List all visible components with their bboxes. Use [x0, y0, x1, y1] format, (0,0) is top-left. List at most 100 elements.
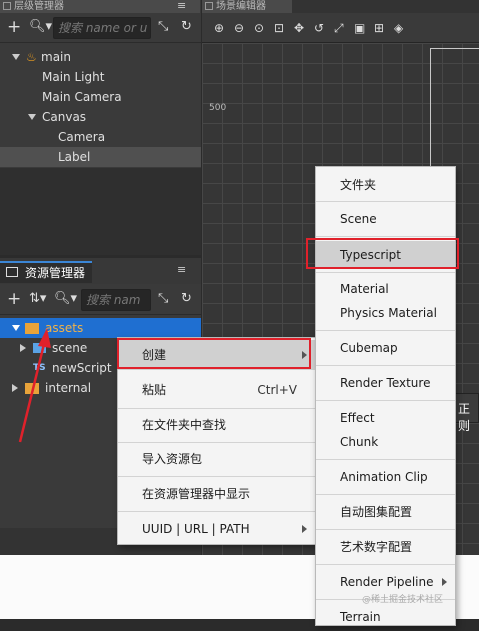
tree-node-main[interactable]: ♨ main	[0, 47, 201, 67]
menu-separator	[118, 442, 315, 443]
local-icon[interactable]: ◈	[394, 19, 403, 37]
menu-item-label: Effect	[340, 411, 375, 425]
assets-tab-icon	[6, 267, 18, 277]
annotation-arrow	[18, 328, 51, 443]
scene-tab-icon	[205, 2, 213, 10]
menu-separator	[316, 494, 455, 495]
menu-item-find-in-folder[interactable]: 在文件夹中查找	[118, 410, 315, 440]
assets-tab[interactable]: 资源管理器	[0, 261, 92, 283]
highlight-box-create	[117, 338, 311, 369]
submenu-item-effect[interactable]: Effect	[316, 406, 455, 430]
menu-item-paste[interactable]: 粘贴 Ctrl+V	[118, 375, 315, 405]
expand-triangle-icon[interactable]	[28, 114, 36, 120]
tree-node-main-light[interactable]: Main Light	[0, 67, 201, 87]
add-asset-icon[interactable]: +	[7, 290, 21, 308]
submenu-item-chunk[interactable]: Chunk	[316, 430, 455, 454]
menu-separator	[316, 365, 455, 366]
refresh-icon[interactable]: ↻	[181, 290, 192, 308]
asset-node-label: scene	[52, 341, 88, 355]
menu-separator	[316, 272, 455, 273]
menu-item-import-package[interactable]: 导入资源包	[118, 444, 315, 474]
asset-node-label: newScript	[52, 361, 112, 375]
tree-node-label: Canvas	[42, 110, 87, 124]
submenu-item-animation-clip[interactable]: Animation Clip	[316, 463, 455, 491]
menu-item-label: Cubemap	[340, 341, 398, 355]
zoom-in-icon[interactable]: ⊕	[214, 19, 224, 37]
search-type-icon[interactable]: 🔍︎▾	[54, 290, 77, 308]
menu-separator	[316, 236, 455, 237]
tree-node-canvas[interactable]: Canvas	[0, 107, 201, 127]
submenu-item-physics-material[interactable]: Physics Material	[316, 301, 455, 325]
menu-separator	[316, 564, 455, 565]
move-tool-icon[interactable]: ✥	[294, 19, 304, 37]
submenu-item-scene[interactable]: Scene	[316, 205, 455, 233]
menu-item-show-in-assets[interactable]: 在资源管理器中显示	[118, 479, 315, 509]
submenu-item-auto-atlas[interactable]: 自动图集配置	[316, 498, 455, 526]
expand-triangle-icon[interactable]	[12, 54, 20, 60]
submenu-item-material[interactable]: Material	[316, 277, 455, 301]
submenu-item-cubemap[interactable]: Cubemap	[316, 334, 455, 362]
menu-item-label: Render Texture	[340, 376, 431, 390]
hierarchy-toolbar: + 🔍︎▾ 搜索 name or u ⤡ ↻	[0, 13, 201, 43]
hierarchy-search-input[interactable]: 搜索 name or u	[53, 17, 151, 39]
menu-item-label: 艺术数字配置	[340, 540, 413, 554]
menu-item-label: UUID | URL | PATH	[142, 522, 250, 536]
scene-tab[interactable]: 场景编辑器	[202, 0, 292, 13]
scene-toolbar: ⊕ ⊖ ⊙ ⊡ ✥ ↺ ⤢ ▣ ⊞ ◈	[202, 13, 479, 43]
hierarchy-tab[interactable]: 层级管理器	[0, 0, 200, 13]
assets-title: 资源管理器	[25, 266, 86, 280]
add-node-icon[interactable]: +	[7, 18, 21, 36]
assets-toolbar: + ⇅▾ 🔍︎▾ 搜索 nam ⤡ ↻	[0, 285, 201, 315]
highlight-box-typescript	[306, 238, 459, 269]
sort-icon[interactable]: ⇅▾	[29, 290, 46, 308]
submenu-item-folder[interactable]: 文件夹	[316, 171, 455, 199]
tree-node-label-selected[interactable]: Label	[0, 147, 201, 167]
tree-node-label: Camera	[58, 130, 106, 144]
hierarchy-title: 层级管理器	[14, 1, 64, 12]
tree-node-label: Main Camera	[42, 90, 122, 104]
tree-node-label: Label	[58, 150, 91, 164]
tree-node-camera[interactable]: Camera	[0, 127, 201, 147]
menu-item-uuid-url-path[interactable]: UUID | URL | PATH	[118, 514, 315, 544]
submenu-arrow-icon	[302, 525, 307, 533]
menu-separator	[316, 529, 455, 530]
watermark-text: @稀土掘金技术社区	[362, 595, 444, 605]
menu-item-label: 文件夹	[340, 178, 377, 192]
pivot-icon[interactable]: ⊞	[374, 19, 384, 37]
tree-node-main-camera[interactable]: Main Camera	[0, 87, 201, 107]
scene-title: 场景编辑器	[216, 1, 266, 12]
submenu-item-render-texture[interactable]: Render Texture	[316, 369, 455, 397]
submenu-item-terrain[interactable]: Terrain	[316, 603, 455, 631]
hierarchy-menu-icon[interactable]: ≡	[177, 0, 186, 12]
refresh-icon[interactable]: ↻	[181, 18, 192, 36]
create-submenu: 文件夹 Scene Typescript Material Physics Ma…	[315, 166, 456, 626]
search-type-icon[interactable]: 🔍︎▾	[29, 18, 52, 36]
rotate-tool-icon[interactable]: ↺	[314, 19, 324, 37]
collapse-icon[interactable]: ⤡	[158, 290, 168, 308]
menu-item-label: Animation Clip	[340, 470, 428, 484]
ruler-label: 500	[209, 103, 227, 113]
menu-item-label: Scene	[340, 212, 377, 226]
menu-item-label: 导入资源包	[142, 452, 203, 466]
menu-separator	[316, 330, 455, 331]
menu-item-label: 在文件夹中查找	[142, 418, 227, 432]
tree-node-label: Main Light	[42, 70, 105, 84]
zoom-out-icon[interactable]: ⊖	[234, 19, 244, 37]
arrow-head	[38, 328, 51, 348]
scale-tool-icon[interactable]: ⤢	[334, 19, 344, 37]
assets-search-input[interactable]: 搜索 nam	[81, 289, 151, 311]
menu-item-label: 粘贴	[142, 383, 167, 397]
menu-separator	[118, 476, 315, 477]
menu-separator	[316, 400, 455, 401]
menu-separator	[118, 408, 315, 409]
hierarchy-panel: 层级管理器 ≡ + 🔍︎▾ 搜索 name or u ⤡ ↻ ♨ main Ma…	[0, 0, 201, 255]
submenu-item-label-atlas[interactable]: 艺术数字配置	[316, 533, 455, 561]
collapse-icon[interactable]: ⤡	[158, 18, 168, 36]
assets-menu-icon[interactable]: ≡	[177, 264, 186, 276]
rect-tool-icon[interactable]: ▣	[354, 19, 365, 37]
fit-icon[interactable]: ⊡	[274, 19, 284, 37]
menu-item-label: Chunk	[340, 435, 379, 449]
zoom-reset-icon[interactable]: ⊙	[254, 19, 264, 37]
menu-separator	[316, 201, 455, 202]
menu-item-label: Physics Material	[340, 306, 437, 320]
